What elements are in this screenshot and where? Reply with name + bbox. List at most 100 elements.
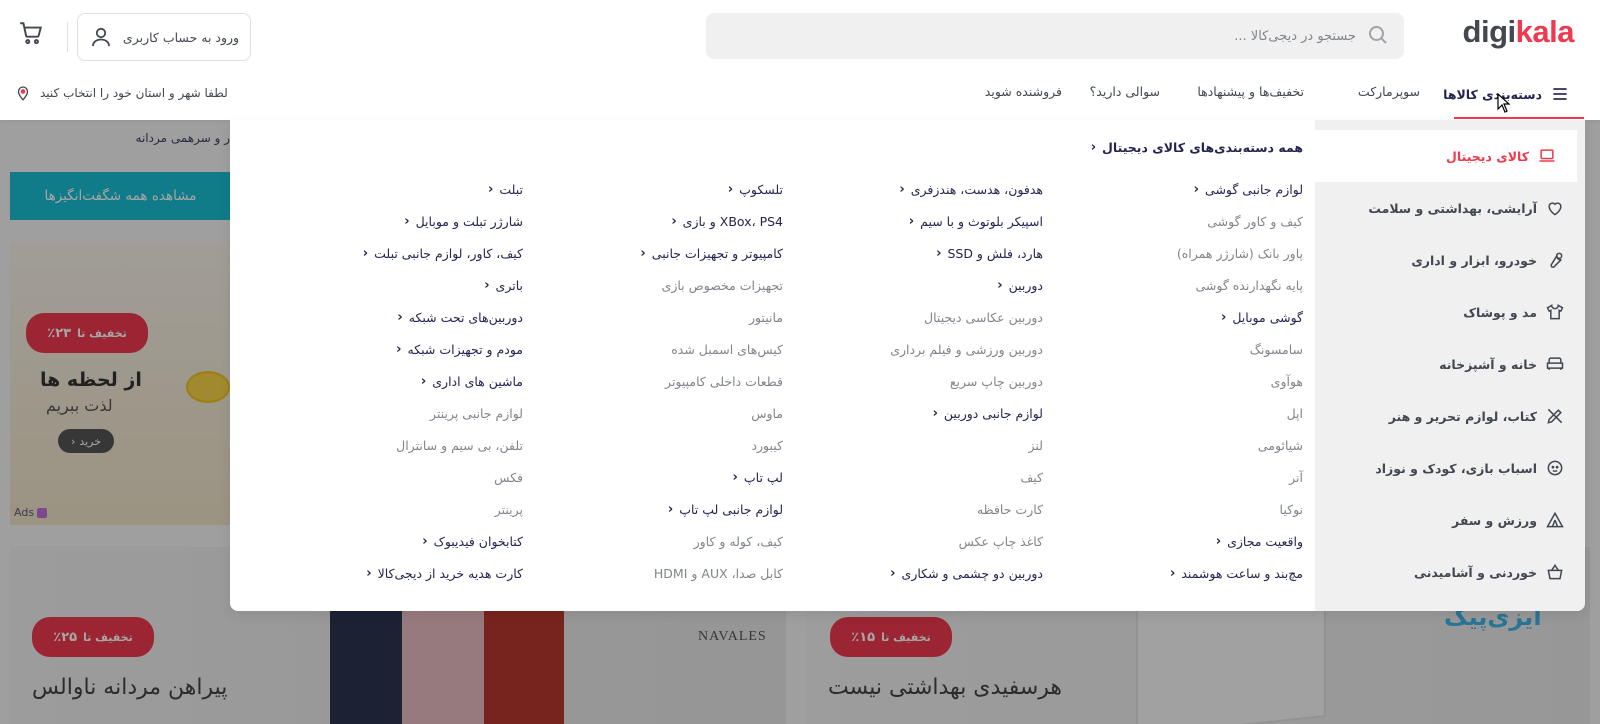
subcategory-link[interactable]: کیف، کوله و کاور bbox=[694, 534, 783, 549]
cart-icon[interactable] bbox=[18, 20, 44, 46]
sidebar-item-automotive[interactable]: خودرو، ابزار و اداری bbox=[1315, 234, 1585, 286]
category-heading-link[interactable]: ماشین های اداری ‹ bbox=[421, 374, 523, 389]
category-heading-link[interactable]: XBox، PS4 و بازی ‹ bbox=[671, 214, 783, 229]
category-link-label: دوربین چاپ سریع bbox=[949, 374, 1043, 389]
chevron-left-icon: ‹ bbox=[890, 566, 896, 581]
subcategory-link[interactable]: کیس‌های اسمبل شده bbox=[671, 342, 783, 357]
category-heading-link[interactable]: هدفون، هدست، هندزفری ‹ bbox=[899, 182, 1043, 197]
digikala-logo[interactable]: digikala bbox=[1462, 14, 1575, 54]
category-heading-link[interactable]: شارژر تبلت و موبایل ‹ bbox=[404, 214, 523, 229]
nav-faq[interactable]: سوالی دارید؟ bbox=[1090, 84, 1160, 99]
category-heading-link[interactable]: مودم و تجهیزات شبکه ‹ bbox=[396, 342, 523, 357]
subcategory-link[interactable]: کیبورد bbox=[751, 438, 783, 453]
subcategory-link[interactable]: ماوس bbox=[751, 406, 783, 421]
category-link-label: لنز bbox=[1028, 438, 1043, 453]
category-heading-link[interactable]: اسپیکر بلوتوث و با سیم ‹ bbox=[909, 214, 1043, 229]
subcategory-link[interactable]: تجهیزات مخصوص بازی bbox=[662, 278, 783, 293]
category-heading-link[interactable]: کیف، کاور، لوازم جانبی تبلت ‹ bbox=[363, 246, 523, 261]
category-link-label: تلفن، بی سیم و سانترال bbox=[396, 438, 523, 453]
logo-text-part1: digi bbox=[1462, 14, 1517, 49]
subcategory-link[interactable]: پایه نگهدارنده گوشی bbox=[1195, 278, 1303, 293]
subcategory-link[interactable]: لنز bbox=[1029, 438, 1043, 453]
category-heading-link[interactable]: لوازم جانبی دوربین ‹ bbox=[933, 406, 1043, 421]
subcategory-link[interactable]: اپل bbox=[1287, 406, 1303, 421]
category-heading-link[interactable]: کتابخوان فیدیبوک ‹ bbox=[422, 534, 523, 549]
subcategory-link[interactable]: کاغذ چاپ عکس bbox=[959, 534, 1043, 549]
category-heading-link[interactable]: کارت هدیه خرید از دیجی‌کالا ‹ bbox=[366, 566, 523, 581]
search-bar[interactable] bbox=[706, 13, 1404, 59]
subcategory-link[interactable]: هوآوی bbox=[1271, 374, 1303, 389]
category-heading-link[interactable]: تلسکوپ ‹ bbox=[728, 182, 783, 197]
sidebar-item-beauty[interactable]: آرایشی، بهداشتی و سلامت bbox=[1315, 182, 1585, 234]
subcategory-link[interactable]: پاور بانک (شارژر همراه) bbox=[1177, 246, 1303, 261]
shirt-icon bbox=[1546, 304, 1564, 320]
header-divider bbox=[67, 22, 68, 52]
subcategory-link[interactable]: قطعات داخلی کامپیوتر bbox=[665, 374, 783, 389]
sofa-icon bbox=[1546, 357, 1564, 370]
subcategory-link[interactable]: دوربین عکاسی دیجیتال bbox=[924, 310, 1043, 325]
location-label: لطفا شهر و استان خود را انتخاب کنید bbox=[40, 86, 228, 100]
sidebar-item-fashion[interactable]: مد و پوشاک bbox=[1315, 286, 1585, 338]
nav-discounts[interactable]: تخفیف‌ها و پیشنهادها bbox=[1197, 84, 1304, 99]
category-heading-link[interactable]: واقعیت مجازی ‹ bbox=[1216, 534, 1303, 549]
sidebar-item-books[interactable]: کتاب، لوازم تحریر و هنر bbox=[1315, 390, 1585, 442]
search-input[interactable] bbox=[736, 13, 1356, 59]
subcategory-link[interactable]: تلفن، بی سیم و سانترال bbox=[396, 438, 523, 453]
location-selector[interactable]: لطفا شهر و استان خود را انتخاب کنید bbox=[14, 84, 228, 102]
category-link-label: تبلت bbox=[499, 182, 523, 197]
category-link-label: هوآوی bbox=[1270, 374, 1303, 389]
subcategory-link[interactable]: شیائومی bbox=[1258, 438, 1303, 453]
subcategory-link[interactable]: کارت حافظه bbox=[977, 502, 1043, 517]
laptop-icon bbox=[1539, 149, 1555, 162]
category-link-label: لوازم جانبی دوربین bbox=[943, 406, 1043, 421]
category-link-label: دوربین bbox=[1008, 278, 1043, 293]
category-heading-link[interactable]: دوربین ‹ bbox=[997, 278, 1043, 293]
category-link-label: کیس‌های اسمبل شده bbox=[671, 342, 783, 357]
chevron-left-icon: ‹ bbox=[908, 214, 915, 229]
category-heading-link[interactable]: دوربین دو چشمی و شکاری ‹ bbox=[890, 566, 1043, 581]
category-heading-link[interactable]: کامپیوتر و تجهیزات جانبی ‹ bbox=[640, 246, 783, 261]
sidebar-item-grocery[interactable]: خوردنی و آشامیدنی bbox=[1315, 546, 1585, 598]
subcategory-link[interactable]: دوربین ورزشی و فیلم برداری bbox=[890, 342, 1043, 357]
login-button[interactable]: ورود به حساب کاربری bbox=[77, 13, 251, 61]
category-link-label: کابل صدا، AUX و HDMI bbox=[653, 566, 783, 581]
category-heading-link[interactable]: گوشی موبایل ‹ bbox=[1221, 310, 1303, 325]
subcategory-link[interactable]: کابل صدا، AUX و HDMI bbox=[654, 566, 783, 581]
tent-icon bbox=[1546, 511, 1564, 528]
category-heading-link[interactable]: مچ‌بند و ساعت هوشمند ‹ bbox=[1170, 566, 1303, 581]
sidebar-item-toys[interactable]: اسباب بازی، کودک و نوزاد bbox=[1315, 442, 1585, 494]
category-heading-link[interactable]: هارد، فلش و SSD ‹ bbox=[936, 246, 1043, 261]
sidebar-item-home[interactable]: خانه و آشپزخانه bbox=[1315, 338, 1585, 390]
category-link-label: فکس bbox=[494, 470, 523, 485]
chevron-left-icon: ‹ bbox=[899, 182, 905, 197]
subcategory-link[interactable]: دوربین چاپ سریع bbox=[950, 374, 1043, 389]
main-navbar: دسته‌بندی کالاها سوپرمارکت تخفیف‌ها و پی… bbox=[0, 72, 1600, 120]
category-link-label: XBox، PS4 و بازی bbox=[682, 214, 783, 229]
login-label: ورود به حساب کاربری bbox=[122, 29, 240, 45]
category-heading-link[interactable]: لپ تاپ ‹ bbox=[733, 470, 783, 485]
category-link-label: کارت هدیه خرید از دیجی‌کالا bbox=[377, 566, 523, 581]
subcategory-link[interactable]: کیف bbox=[1020, 470, 1043, 485]
sidebar-item-sports[interactable]: ورزش و سفر bbox=[1315, 494, 1585, 546]
category-column: لوازم جانبی گوشی ‹ کیف و کاور گوشی پاور بان… bbox=[1053, 120, 1303, 611]
nav-discounts-label: تخفیف‌ها و پیشنهادها bbox=[1197, 84, 1304, 99]
subcategory-link[interactable]: آنر bbox=[1289, 470, 1303, 485]
category-heading-link[interactable]: دوربین‌های تحت شبکه ‹ bbox=[397, 310, 523, 325]
subcategory-link[interactable]: نوکیا bbox=[1280, 502, 1303, 517]
nav-supermarket[interactable]: سوپرمارکت bbox=[1358, 84, 1420, 99]
category-heading-link[interactable]: لوازم جانبی لپ تاپ ‹ bbox=[668, 502, 783, 517]
category-link-label: تلسکوپ bbox=[739, 182, 783, 197]
category-heading-link[interactable]: باتری ‹ bbox=[484, 278, 523, 293]
subcategory-link[interactable]: لوازم جانبی پرینتر bbox=[430, 406, 523, 421]
category-heading-link[interactable]: تبلت ‹ bbox=[488, 182, 523, 197]
category-link-label: گوشی موبایل bbox=[1232, 310, 1303, 325]
subcategory-link[interactable]: پرینتر bbox=[495, 502, 523, 517]
sidebar-item-label: مد و پوشاک bbox=[1463, 304, 1537, 320]
sidebar-item-digital[interactable]: کالای دیجیتال bbox=[1315, 130, 1577, 182]
subcategory-link[interactable]: مانیتور bbox=[749, 310, 783, 325]
category-heading-link[interactable]: لوازم جانبی گوشی ‹ bbox=[1194, 182, 1303, 197]
subcategory-link[interactable]: فکس bbox=[494, 470, 523, 485]
subcategory-link[interactable]: کیف و کاور گوشی bbox=[1207, 214, 1303, 229]
nav-become-seller[interactable]: فروشنده شوید bbox=[985, 84, 1062, 99]
subcategory-link[interactable]: سامسونگ bbox=[1250, 342, 1303, 357]
